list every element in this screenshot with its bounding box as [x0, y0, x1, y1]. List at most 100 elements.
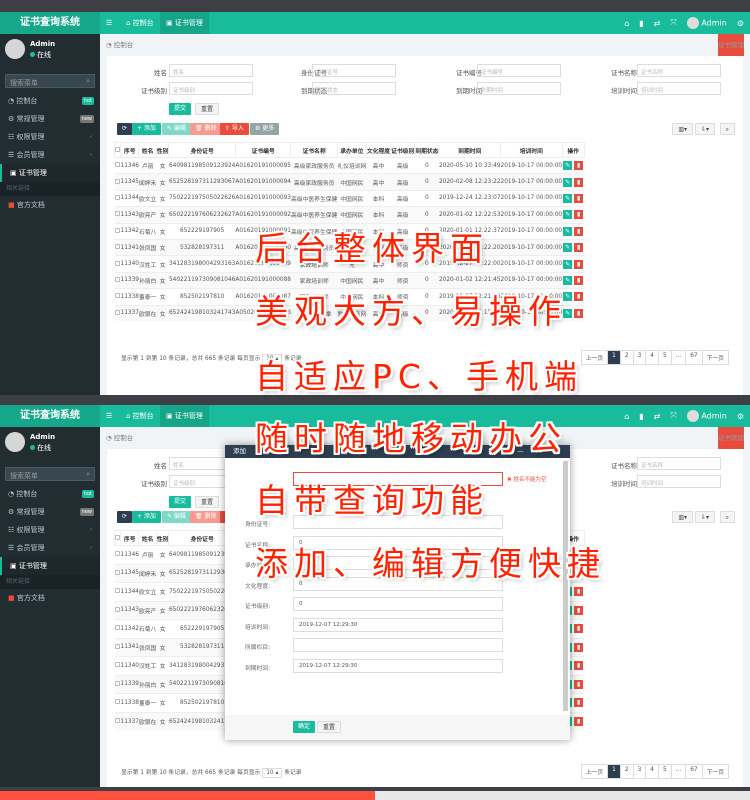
- column-header[interactable]: 到期状态: [414, 142, 440, 158]
- translate-icon[interactable]: ⇄: [654, 19, 661, 28]
- user-menu[interactable]: Admin: [686, 17, 727, 29]
- tab-dashboard[interactable]: ⌂ 控制台: [120, 405, 160, 427]
- filter-input[interactable]: 姓名: [169, 64, 253, 77]
- columns-dropdown[interactable]: ▥▾: [672, 123, 693, 135]
- filter-input[interactable]: 证书编号: [477, 64, 561, 77]
- delete-icon[interactable]: ▮: [574, 193, 584, 203]
- menu-toggle-icon[interactable]: ☰: [100, 405, 118, 427]
- page-button[interactable]: 下一页: [701, 764, 729, 779]
- filter-input[interactable]: 培训时间: [637, 82, 721, 95]
- delete-icon[interactable]: ▮: [574, 177, 584, 187]
- fullscreen-icon[interactable]: ⤧: [670, 411, 676, 421]
- sidebar-item-4[interactable]: ▣ 证书管理: [0, 557, 100, 575]
- delete-icon[interactable]: ▮: [574, 698, 584, 708]
- page-button[interactable]: 4: [645, 764, 659, 779]
- sidebar-item-2[interactable]: ☷ 权限管理 ‹: [0, 521, 100, 539]
- add-button[interactable]: + 添加: [132, 511, 161, 523]
- column-header[interactable]: 姓名: [138, 530, 157, 546]
- page-button[interactable]: 5: [657, 764, 672, 779]
- menu-search-input[interactable]: 搜索菜单 ⌕: [5, 467, 95, 481]
- sidebar-item-docs[interactable]: ■ 官方文档: [0, 589, 100, 607]
- column-header[interactable]: 证书编号: [234, 142, 292, 158]
- column-header[interactable]: 培训时间: [500, 142, 563, 158]
- page-button[interactable]: 1: [607, 350, 621, 365]
- tab-dashboard[interactable]: ⌂ 控制台: [120, 12, 160, 34]
- edit-button[interactable]: ✎ 编辑: [162, 511, 191, 523]
- page-size-select[interactable]: 10 ▴: [262, 768, 283, 778]
- confirm-button[interactable]: 确定: [293, 721, 316, 733]
- page-button[interactable]: 2: [619, 350, 634, 365]
- delete-icon[interactable]: ▮: [574, 605, 584, 615]
- table-row[interactable]: 11344欧文立女750222197505022626A016201910000…: [114, 189, 585, 207]
- sidebar-item-0[interactable]: ◔ 控制台 hot: [0, 485, 100, 503]
- filter-input[interactable]: 证书名称: [637, 64, 721, 77]
- column-header[interactable]: 序号: [119, 142, 140, 158]
- delete-icon[interactable]: ▮: [574, 275, 584, 285]
- page-button[interactable]: 2: [619, 764, 634, 779]
- column-header[interactable]: 身份证号: [168, 142, 236, 158]
- delete-icon[interactable]: ▮: [574, 210, 584, 220]
- page-button[interactable]: ...: [670, 764, 687, 779]
- column-header[interactable]: 操作: [561, 142, 585, 158]
- add-button[interactable]: + 添加: [132, 123, 161, 135]
- delete-icon[interactable]: ▮: [574, 292, 584, 302]
- sidebar-item-4[interactable]: ▣ 证书管理: [0, 164, 100, 182]
- column-header[interactable]: 证书名称: [290, 142, 338, 158]
- sidebar-item-3[interactable]: ☰ 会员管理 ‹: [0, 539, 100, 557]
- page-button[interactable]: 下一页: [701, 350, 729, 365]
- dialog-field-input[interactable]: 2019-12-07 12:29:30: [293, 658, 503, 673]
- submit-button[interactable]: 提交: [169, 103, 192, 115]
- filter-input[interactable]: 到期时间: [477, 82, 561, 95]
- sidebar-item-1[interactable]: ⚙ 常规管理 new: [0, 503, 100, 521]
- column-header[interactable]: 文化程度: [365, 142, 392, 158]
- page-button[interactable]: 上一页: [580, 350, 609, 365]
- edit-icon[interactable]: ✎: [563, 177, 573, 187]
- reset-button[interactable]: 重置: [195, 103, 220, 115]
- home-icon[interactable]: ⌂: [624, 19, 629, 28]
- menu-toggle-icon[interactable]: ☰: [100, 12, 118, 34]
- sidebar-item-2[interactable]: ☷ 权限管理 ‹: [0, 128, 100, 146]
- filter-input[interactable]: 身份证号: [312, 64, 396, 77]
- breadcrumb-home[interactable]: 控制台: [114, 41, 134, 49]
- page-button[interactable]: ...: [670, 350, 687, 365]
- table-row[interactable]: 11345闻婷禾女652528197311293067A016201910000…: [114, 173, 585, 191]
- export-dropdown[interactable]: ⇩▾: [694, 511, 715, 523]
- filter-input[interactable]: 到期状态: [312, 82, 396, 95]
- page-button[interactable]: 4: [645, 350, 659, 365]
- edit-icon[interactable]: ✎: [563, 226, 573, 236]
- page-button[interactable]: 5: [657, 350, 672, 365]
- filter-input[interactable]: 证书级别: [169, 82, 253, 95]
- sidebar-item-3[interactable]: ☰ 会员管理 ‹: [0, 146, 100, 164]
- settings-icon[interactable]: ⚙: [737, 412, 744, 421]
- delete-icon[interactable]: ▮: [574, 661, 584, 671]
- export-dropdown[interactable]: ⇩▾: [694, 123, 715, 135]
- sidebar-item-1[interactable]: ⚙ 常规管理 new: [0, 110, 100, 128]
- refresh-button[interactable]: ⟳: [117, 123, 133, 135]
- submit-button[interactable]: 提交: [169, 496, 192, 508]
- column-header[interactable]: 证书级别: [390, 142, 416, 158]
- edit-icon[interactable]: ✎: [563, 161, 573, 171]
- dialog-field-input[interactable]: 2019-12-07 12:29:30: [293, 617, 503, 632]
- page-button[interactable]: 上一页: [580, 764, 609, 779]
- delete-icon[interactable]: ▮: [574, 642, 584, 652]
- filter-input[interactable]: 证书名称: [637, 457, 721, 470]
- home-icon[interactable]: ⌂: [624, 412, 629, 421]
- menu-search-input[interactable]: 搜索菜单 ⌕: [5, 74, 95, 88]
- page-button[interactable]: 67: [685, 350, 703, 365]
- delete-icon[interactable]: ▮: [574, 226, 584, 236]
- fullscreen-icon[interactable]: ⤧: [670, 18, 676, 28]
- delete-icon[interactable]: ▮: [574, 717, 584, 726]
- table-row[interactable]: 11346卢丽女640981198509123924A0162019100009…: [114, 156, 585, 174]
- page-button[interactable]: 67: [685, 764, 703, 779]
- user-menu[interactable]: Admin: [686, 410, 727, 422]
- dialog-scrollbar[interactable]: [563, 461, 568, 711]
- table-row[interactable]: 11343欧亮产女650222197606232627A016201910000…: [114, 206, 585, 224]
- clear-cache-icon[interactable]: ▮: [639, 19, 643, 28]
- column-header[interactable]: 序号: [119, 530, 140, 546]
- tab-certificates[interactable]: ▣ 证书管理: [160, 12, 209, 34]
- page-button[interactable]: 1: [607, 764, 621, 779]
- search-toggle-button[interactable]: ⌕: [719, 123, 735, 135]
- column-header[interactable]: 性别: [155, 142, 170, 158]
- delete-icon[interactable]: ▮: [574, 679, 584, 689]
- sidebar-item-docs[interactable]: ■ 官方文档: [0, 196, 100, 214]
